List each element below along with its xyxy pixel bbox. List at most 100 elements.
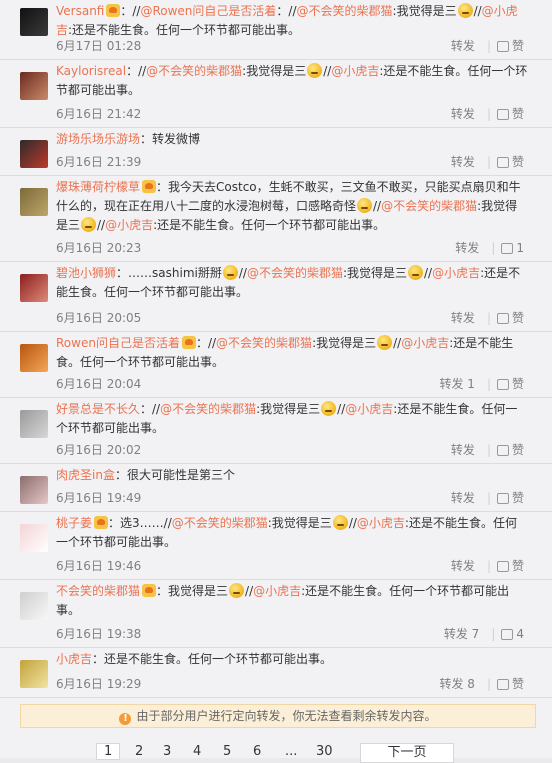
forward-meta: 6月16日 19:49 转发 | 赞 xyxy=(56,487,552,509)
page-1-link[interactable]: 1 xyxy=(96,743,121,760)
thumbs-up-icon xyxy=(496,561,509,572)
username-link[interactable]: Kaylorisreal xyxy=(56,64,126,78)
divider: | xyxy=(491,627,496,641)
thumbs-up-icon xyxy=(501,629,514,640)
thumbs-up-icon xyxy=(496,41,509,52)
forward-button[interactable]: 转发 xyxy=(451,559,475,573)
like-button[interactable]: 1 xyxy=(501,241,524,255)
page-2-link[interactable]: 2 xyxy=(135,744,143,759)
emoji-icon xyxy=(307,63,323,78)
forward-button[interactable]: 转发 xyxy=(451,311,475,325)
avatar[interactable] xyxy=(20,410,48,438)
avatar[interactable] xyxy=(20,72,48,100)
forward-button[interactable]: 转发 1 xyxy=(439,377,474,391)
username-link[interactable]: Versanfi xyxy=(56,4,104,18)
like-button[interactable]: 赞 xyxy=(496,107,524,121)
emoji-icon xyxy=(229,583,245,598)
avatar[interactable] xyxy=(20,274,48,302)
item1r-mention-0[interactable]: @小虎吉 xyxy=(331,64,379,78)
page-3-link[interactable]: 3 xyxy=(163,744,171,759)
like-count: 赞 xyxy=(511,377,524,391)
timestamp: 6月16日 20:04 xyxy=(56,377,142,391)
page-30-link[interactable]: 30 xyxy=(316,744,333,759)
notice-text: 由于部分用户进行定向转发，你无法查看剩余转发内容。 xyxy=(136,709,437,723)
username-link[interactable]: 不会笑的柴郡猫 xyxy=(56,584,140,598)
avatar[interactable] xyxy=(20,660,48,688)
item4r-mention-0[interactable]: @不会笑的柴郡猫 xyxy=(247,266,343,280)
avatar[interactable] xyxy=(20,524,48,552)
emoji-icon xyxy=(332,515,348,530)
forward-meta: 6月16日 21:39 转发 | 赞 xyxy=(56,151,552,173)
like-button[interactable]: 4 xyxy=(501,627,524,641)
avatar[interactable] xyxy=(20,344,48,372)
item9r-mention-0[interactable]: @小虎吉 xyxy=(253,584,301,598)
forward-button[interactable]: 转发 xyxy=(451,155,475,169)
page-4-link[interactable]: 4 xyxy=(193,744,201,759)
item1-mention-0[interactable]: @不会笑的柴郡猫 xyxy=(146,64,242,78)
avatar[interactable] xyxy=(20,8,48,36)
forward-item: Versanfi ：//@Rowen问自己是否活着：//@不会笑的柴郡猫:我觉得是… xyxy=(0,0,552,60)
like-count: 赞 xyxy=(511,559,524,573)
username-link[interactable]: 小虎吉 xyxy=(56,652,92,666)
emoji-icon xyxy=(408,265,423,280)
avatar[interactable] xyxy=(20,188,48,216)
item0-mention-1[interactable]: @不会笑的柴郡猫 xyxy=(297,4,393,18)
forward-button[interactable]: 转发 8 xyxy=(439,677,474,691)
like-button[interactable]: 赞 xyxy=(496,39,524,53)
forward-button[interactable]: 转发 xyxy=(451,443,475,457)
next-page-button[interactable]: 下一页 xyxy=(360,743,454,763)
like-button[interactable]: 赞 xyxy=(496,677,524,691)
thumbs-up-icon xyxy=(496,445,509,456)
forward-item: 不会笑的柴郡猫 ：我觉得是三//@小虎吉:还是不能生食。任何一个环节都可能出事。 6… xyxy=(0,580,552,648)
timestamp: 6月16日 19:29 xyxy=(56,677,142,691)
item8r-mention-0[interactable]: @小虎吉 xyxy=(357,516,405,530)
item3r2-mention-0[interactable]: @小虎吉 xyxy=(105,218,153,232)
avatar[interactable] xyxy=(20,476,48,504)
item5-mention-0[interactable]: @不会笑的柴郡猫 xyxy=(216,336,312,350)
forward-item: Kaylorisreal：//@不会笑的柴郡猫:我觉得是三//@小虎吉:还是不能… xyxy=(0,60,552,128)
forward-button[interactable]: 转发 xyxy=(451,39,475,53)
forward-button[interactable]: 转发 xyxy=(451,107,475,121)
forward-button[interactable]: 转发 xyxy=(455,241,479,255)
forward-text: 碧池小狮狮：……sashimi掰掰//@不会笑的柴郡猫:我觉得是三//@小虎吉:… xyxy=(56,265,521,299)
item0-mention-0[interactable]: @Rowen问自己是否活着 xyxy=(140,4,276,18)
item6-mention-0[interactable]: @不会笑的柴郡猫 xyxy=(160,402,256,416)
like-button[interactable]: 赞 xyxy=(496,491,524,505)
item5r-mention-0[interactable]: @小虎吉 xyxy=(401,336,449,350)
forward-button[interactable]: 转发 xyxy=(451,491,475,505)
like-count: 4 xyxy=(516,627,524,641)
like-button[interactable]: 赞 xyxy=(496,155,524,169)
avatar[interactable] xyxy=(20,140,48,168)
forward-meta: 6月16日 20:04 转发 1 | 赞 xyxy=(56,373,552,395)
emoji-icon xyxy=(457,3,473,18)
item8-mention-0[interactable]: @不会笑的柴郡猫 xyxy=(172,516,268,530)
forward-text: Kaylorisreal：//@不会笑的柴郡猫:我觉得是三//@小虎吉:还是不能… xyxy=(56,63,528,97)
like-button[interactable]: 赞 xyxy=(496,377,524,391)
divider: | xyxy=(486,443,491,457)
item6r-mention-0[interactable]: @小虎吉 xyxy=(345,402,393,416)
action-bar: 转发 | 1 xyxy=(455,237,524,259)
like-button[interactable]: 赞 xyxy=(496,559,524,573)
action-bar: 转发 | 赞 xyxy=(451,439,524,461)
username-link[interactable]: 游场乐场乐游场 xyxy=(56,132,140,146)
page-6-link[interactable]: 6 xyxy=(253,744,261,759)
warning-icon: ! xyxy=(119,713,132,725)
username-link[interactable]: 肉虎圣in盒 xyxy=(56,468,115,482)
like-button[interactable]: 赞 xyxy=(496,311,524,325)
item3r-mention-0[interactable]: @不会笑的柴郡猫 xyxy=(381,199,477,213)
like-button[interactable]: 赞 xyxy=(496,443,524,457)
username-link[interactable]: 好景总是不长久 xyxy=(56,402,140,416)
timestamp: 6月16日 19:49 xyxy=(56,491,142,505)
item4r2-mention-0[interactable]: @小虎吉 xyxy=(432,266,480,280)
page-5-link[interactable]: 5 xyxy=(223,744,231,759)
action-bar: 转发 8 | 赞 xyxy=(439,673,524,695)
username-link[interactable]: Rowen问自己是否活着 xyxy=(56,336,180,350)
item0r-mention-0[interactable]: @小虎吉 xyxy=(56,4,518,37)
emoji-icon xyxy=(321,401,337,416)
username-link[interactable]: 碧池小狮狮 xyxy=(56,266,116,280)
username-link[interactable]: 桃子姜 xyxy=(56,516,92,530)
avatar[interactable] xyxy=(20,592,48,620)
forward-button[interactable]: 转发 7 xyxy=(444,627,479,641)
username-link[interactable]: 爆珠薄荷柠檬草 xyxy=(56,180,140,194)
forward-item: 游场乐场乐游场：转发微博 6月16日 21:39 转发 | 赞 xyxy=(0,128,552,176)
